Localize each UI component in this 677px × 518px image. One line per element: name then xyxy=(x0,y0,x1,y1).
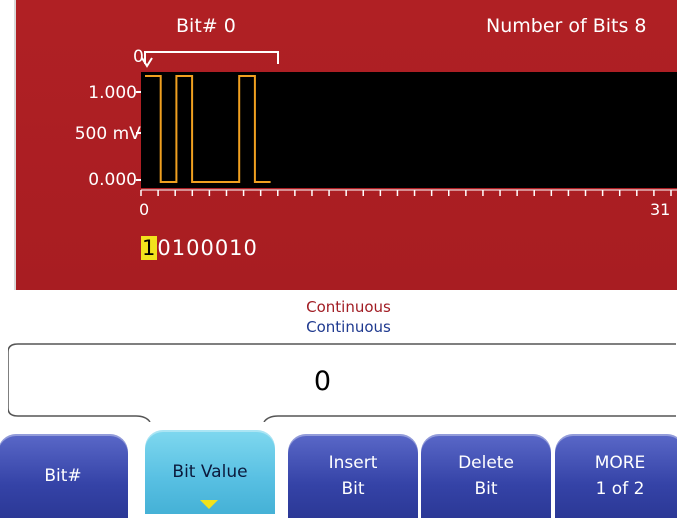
waveform-panel: Bit# 0 Number of Bits 8 0 1.000 V 500 mV… xyxy=(14,0,677,290)
delete-bit-softkey[interactable]: Delete Bit xyxy=(421,434,551,518)
softkey-label-line1: Delete xyxy=(458,453,514,473)
channel-mode-status: Continuous xyxy=(306,318,391,336)
selected-bit[interactable]: 1 xyxy=(141,236,158,260)
softkey-label-line1: Insert xyxy=(328,453,378,473)
softkey-label: Bit# xyxy=(44,466,82,486)
x-axis-label-end: 31 xyxy=(650,200,671,219)
softkey-label-line2: Bit xyxy=(341,479,365,499)
softkey-label-line2: Bit xyxy=(474,479,498,499)
softkey-label-line1: MORE xyxy=(594,453,646,473)
insert-bit-softkey[interactable]: Insert Bit xyxy=(288,434,418,518)
more-softkey[interactable]: MORE 1 of 2 xyxy=(555,434,677,518)
softkey-bar: Bit# Bit Value Insert Bit Delete Bit MOR… xyxy=(0,424,677,518)
softkey-label: Bit Value xyxy=(172,462,248,482)
trigger-mode-status: Continuous xyxy=(306,298,391,316)
softkey-label-line2: 1 of 2 xyxy=(595,479,645,499)
bit-value-entry[interactable]: 0 xyxy=(0,366,645,397)
x-axis-label-start: 0 xyxy=(139,200,150,219)
arb-waveform-screen: Bit# 0 Number of Bits 8 0 1.000 V 500 mV… xyxy=(0,0,677,518)
bit-pattern-editor[interactable]: 10100010 xyxy=(141,236,258,260)
x-axis xyxy=(140,189,677,196)
active-softkey-arrow-icon xyxy=(200,500,218,509)
bit-number-softkey[interactable]: Bit# xyxy=(0,434,128,518)
remaining-bits: 0100010 xyxy=(157,236,258,260)
